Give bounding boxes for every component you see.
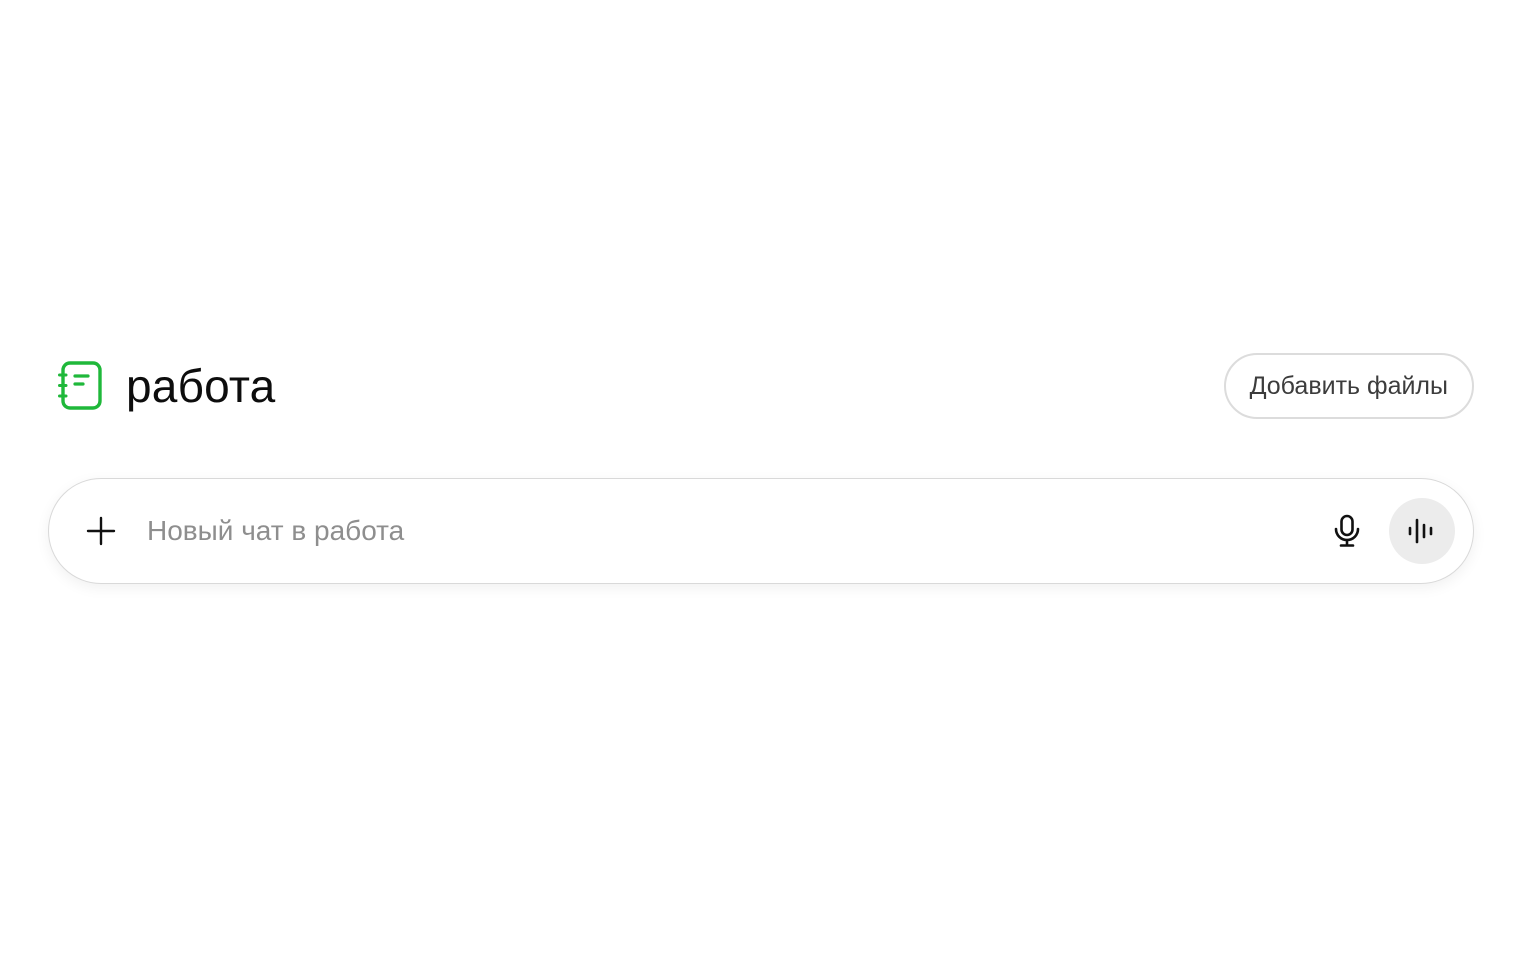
- project-header: работа Добавить файлы: [58, 352, 1474, 420]
- project-page: работа Добавить файлы: [0, 0, 1520, 968]
- voice-mode-button[interactable]: [1389, 498, 1455, 564]
- project-title: работа: [126, 360, 276, 412]
- project-title-group: работа: [58, 360, 275, 412]
- add-files-button[interactable]: Добавить файлы: [1223, 353, 1474, 419]
- microphone-icon[interactable]: [1327, 511, 1367, 551]
- plus-icon[interactable]: [81, 511, 121, 551]
- voice-waveform-icon: [1408, 518, 1433, 544]
- notebook-icon: [58, 360, 104, 412]
- chat-composer: [48, 478, 1474, 584]
- new-chat-input[interactable]: [147, 509, 1267, 553]
